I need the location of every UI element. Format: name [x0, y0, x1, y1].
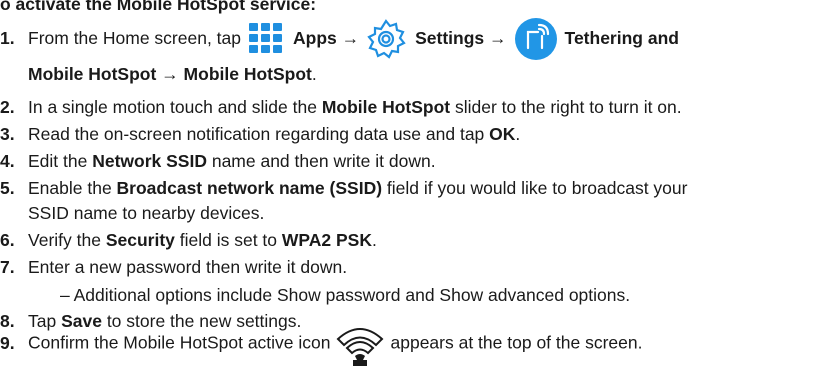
- step-5-continued: SSID name to nearby devices.: [28, 203, 265, 223]
- step-6: 6. Verify the Security field is set to WP…: [0, 230, 377, 250]
- step-3: 3. Read the on-screen notification regard…: [0, 124, 521, 144]
- mobile-hotspot-active-icon: [335, 322, 385, 368]
- apps-grid-icon: [249, 23, 285, 55]
- step-2: 2. In a single motion touch and slide the…: [0, 97, 682, 117]
- settings-gear-icon: [365, 18, 407, 60]
- tethering-hotspot-icon: [514, 18, 557, 61]
- section-heading: o activate the Mobile HotSpot service:: [0, 0, 317, 14]
- step-9: 9. Confirm the Mobile HotSpot active icon…: [0, 322, 642, 368]
- step-1: 1. From the Home screen, tap Apps → Setti…: [0, 16, 679, 61]
- step-1-continued: Mobile HotSpot → Mobile HotSpot.: [28, 64, 317, 84]
- step-4: 4. Edit the Network SSID name and then wr…: [0, 151, 436, 171]
- step-7: 7. Enter a new password then write it dow…: [0, 257, 348, 277]
- step-7-substep: – Additional options include Show passwo…: [60, 285, 631, 305]
- step-5: 5. Enable the Broadcast network name (SSI…: [0, 178, 688, 198]
